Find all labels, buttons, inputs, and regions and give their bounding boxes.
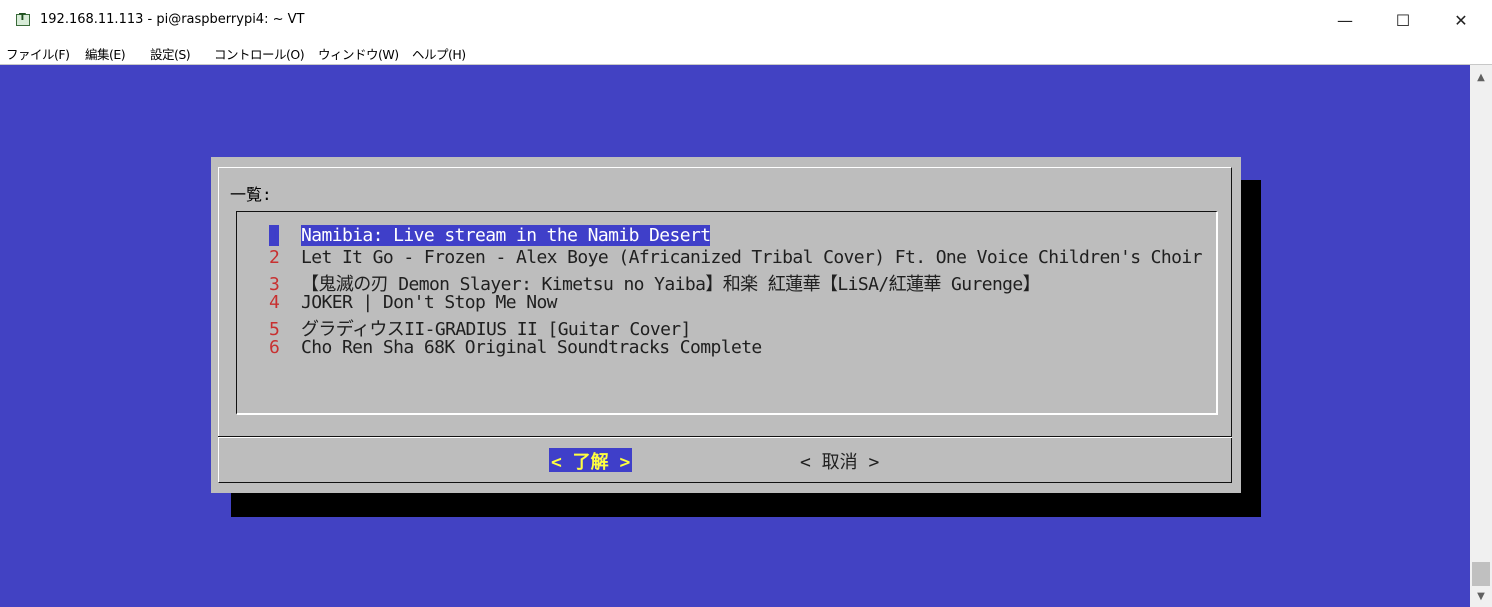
menu-file[interactable]: ファイル(F) — [6, 44, 70, 63]
list-item[interactable]: 1 Namibia: Live stream in the Namib Deser… — [269, 225, 711, 247]
list-item[interactable]: 2 Let It Go - Frozen - Alex Boye (African… — [269, 247, 1202, 269]
list-item-number: 6 — [269, 337, 280, 358]
title-bar: 192.168.11.113 - pi@raspberrypi4: ~ VT —… — [0, 0, 1492, 40]
list-item-title: Namibia: Live stream in the Namib Desert — [301, 225, 711, 246]
list-item-number: 4 — [269, 292, 280, 313]
list-item[interactable]: 5 グラディウスII-GRADIUS II [Guitar Cover] — [269, 315, 691, 340]
close-button[interactable]: ✕ — [1432, 0, 1490, 40]
list-item-title: JOKER | Don't Stop Me Now — [301, 292, 558, 313]
scrollbar-thumb[interactable] — [1472, 562, 1490, 586]
menu-help[interactable]: ヘルプ(H) — [412, 44, 466, 63]
ok-button[interactable]: < 了解 > — [549, 448, 633, 473]
scroll-up-arrow-icon[interactable]: ▲ — [1470, 67, 1492, 87]
list-item[interactable]: 4 JOKER | Don't Stop Me Now — [269, 292, 558, 314]
menu-control[interactable]: コントロール(O) — [214, 44, 305, 63]
menu-bar: ファイル(F) 編集(E) 設定(S) コントロール(O) ウィンドウ(W) ヘ… — [0, 40, 1492, 64]
menu-edit[interactable]: 編集(E) — [85, 44, 126, 63]
teraterm-icon[interactable] — [16, 12, 30, 26]
menu-settings[interactable]: 設定(S) — [150, 44, 191, 63]
maximize-button[interactable]: ☐ — [1374, 0, 1432, 40]
minimize-button[interactable]: — — [1316, 0, 1374, 40]
list-dialog: 一覧: 1 Namibia: Live stream in the Namib D… — [211, 157, 1241, 493]
vertical-scrollbar[interactable]: ▲ ▼ — [1470, 65, 1492, 607]
scroll-down-arrow-icon[interactable]: ▼ — [1470, 586, 1492, 606]
button-divider — [218, 436, 1232, 438]
list-item-title: Cho Ren Sha 68K Original Soundtracks Com… — [301, 337, 762, 358]
cancel-button[interactable]: < 取消 > — [800, 448, 879, 473]
list-item[interactable]: 3 【鬼滅の刃 Demon Slayer: Kimetsu no Yaiba】和楽… — [269, 270, 1041, 295]
window-title: 192.168.11.113 - pi@raspberrypi4: ~ VT — [40, 12, 305, 27]
list-item[interactable]: 6 Cho Ren Sha 68K Original Soundtracks Co… — [269, 337, 762, 359]
dialog-label: 一覧: — [230, 185, 272, 204]
list-item-number: 2 — [269, 247, 280, 268]
list-item-number: 1 — [269, 225, 280, 246]
menu-window[interactable]: ウィンドウ(W) — [318, 44, 399, 63]
list-item-title: Let It Go - Frozen - Alex Boye (Africani… — [301, 247, 1202, 268]
